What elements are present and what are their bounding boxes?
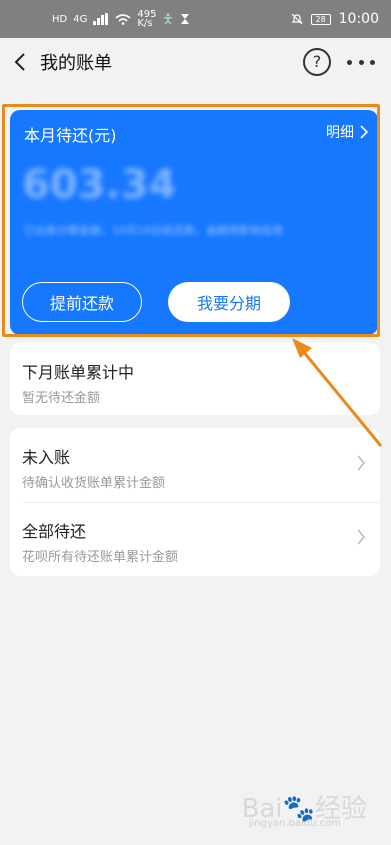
chevron-right-icon — [360, 125, 368, 139]
hourglass-icon — [181, 14, 190, 24]
more-button[interactable] — [347, 50, 375, 74]
next-month-title: 下月账单累计中 — [22, 363, 135, 382]
chevron-left-icon — [14, 53, 25, 71]
header: 我的账单 ? — [0, 38, 391, 86]
list-item-unposted[interactable]: 未入账 待确认收货账单累计金额 — [10, 428, 380, 502]
chevron-right-icon — [357, 455, 366, 471]
network-speed: 495 K/s — [137, 9, 157, 29]
chevron-right-icon — [357, 529, 366, 545]
more-dot-icon — [358, 59, 364, 65]
card-title: 本月待还(元) — [24, 126, 117, 145]
hd-indicator: HD — [52, 13, 68, 25]
back-button[interactable] — [0, 38, 40, 86]
watermark-url: jingyan.baidu.com — [248, 818, 341, 829]
detail-label: 明细 — [326, 125, 354, 141]
mute-bell-icon — [291, 13, 303, 25]
help-button[interactable]: ? — [303, 48, 331, 76]
all-due-title: 全部待还 — [22, 522, 87, 541]
list-item[interactable]: 下月账单累计中 暂无待还金额 — [10, 343, 380, 417]
list-item-all-due[interactable]: 全部待还 花呗所有待还账单累计金额 — [10, 502, 380, 576]
unposted-title: 未入账 — [22, 448, 71, 467]
next-month-subtitle: 暂无待还金额 — [22, 391, 101, 406]
bill-card: 本月待还(元) 明细 603.34 已出账分期金额，10月10日前还款，逾期将影… — [10, 110, 378, 335]
status-bar: HD 4G 495 K/s 28 10:00 — [0, 0, 391, 38]
bill-list: 未入账 待确认收货账单累计金额 全部待还 花呗所有待还账单累计金额 — [10, 428, 380, 576]
next-month-card[interactable]: 下月账单累计中 暂无待还金额 — [10, 343, 380, 415]
more-dot-icon — [347, 59, 352, 65]
signal-icon — [93, 13, 109, 25]
battery-icon: 28 — [310, 13, 331, 25]
more-dot-icon — [370, 59, 375, 65]
network-indicator: 4G — [73, 13, 88, 25]
detail-link[interactable]: 明细 — [326, 122, 368, 142]
accessibility-icon — [164, 13, 173, 25]
installment-button[interactable]: 我要分期 — [168, 282, 290, 322]
page-title: 我的账单 — [40, 53, 112, 74]
amount-due: 603.34 — [22, 162, 177, 208]
prepay-button[interactable]: 提前还款 — [22, 282, 142, 322]
wifi-icon — [115, 14, 131, 25]
all-due-subtitle: 花呗所有待还账单累计金额 — [22, 550, 179, 565]
card-subnote: 已出账分期金额，10月10日前还款，逾期将影响信用 — [24, 224, 283, 237]
clock: 10:00 — [338, 11, 379, 27]
unposted-subtitle: 待确认收货账单累计金额 — [22, 476, 166, 491]
